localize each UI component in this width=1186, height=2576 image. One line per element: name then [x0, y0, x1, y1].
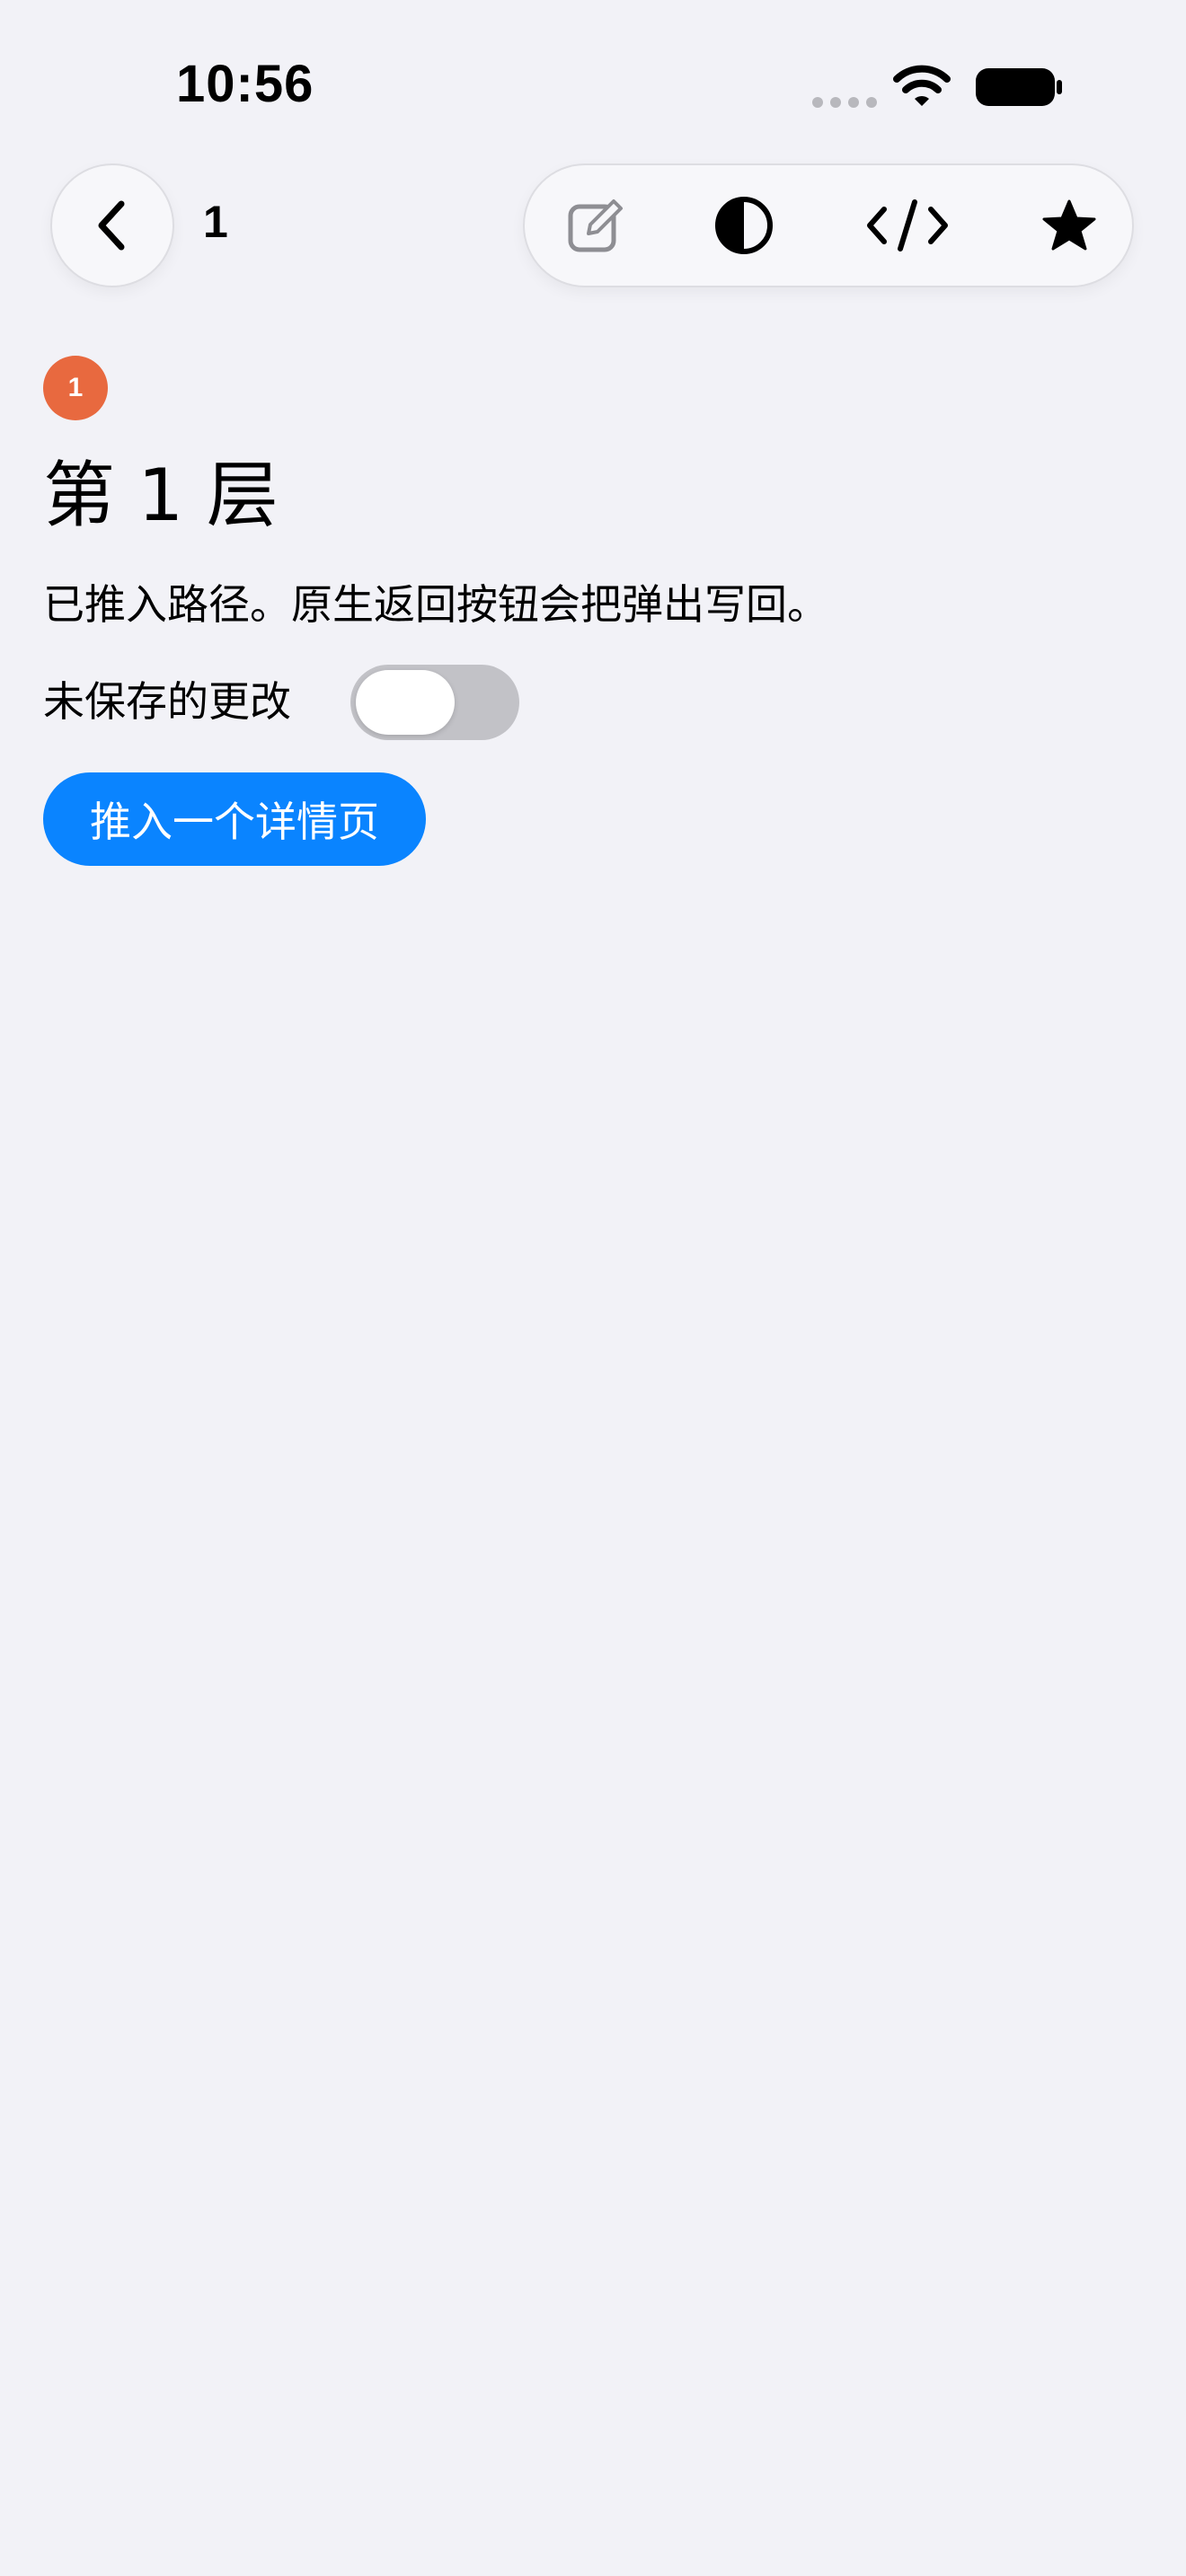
level-badge: 1	[43, 356, 108, 420]
toolbar	[525, 165, 1132, 286]
nav-title: 1	[203, 197, 228, 247]
status-time: 10:56	[176, 55, 314, 113]
unsaved-changes-label: 未保存的更改	[43, 677, 291, 726]
signal-dots-icon	[812, 97, 877, 108]
compose-icon	[568, 199, 623, 252]
chevron-left-icon	[98, 200, 125, 251]
favorite-button[interactable]	[1015, 165, 1123, 286]
back-button[interactable]	[52, 165, 173, 286]
compose-button[interactable]	[541, 165, 649, 286]
contrast-icon	[715, 197, 773, 254]
page-title: 第 1 层	[43, 454, 279, 537]
push-detail-button[interactable]: 推入一个详情页	[43, 772, 426, 866]
page-subtitle: 已推入路径。原生返回按钮会把弹出写回。	[43, 580, 828, 629]
toggle-knob	[356, 670, 455, 735]
appearance-button[interactable]	[690, 165, 798, 286]
status-bar: 10:56	[0, 0, 1186, 144]
unsaved-changes-toggle[interactable]	[350, 665, 519, 740]
battery-icon	[976, 68, 1062, 106]
star-icon	[1042, 199, 1096, 251]
code-icon	[867, 199, 948, 251]
wifi-icon	[893, 65, 951, 106]
code-button[interactable]	[854, 165, 961, 286]
